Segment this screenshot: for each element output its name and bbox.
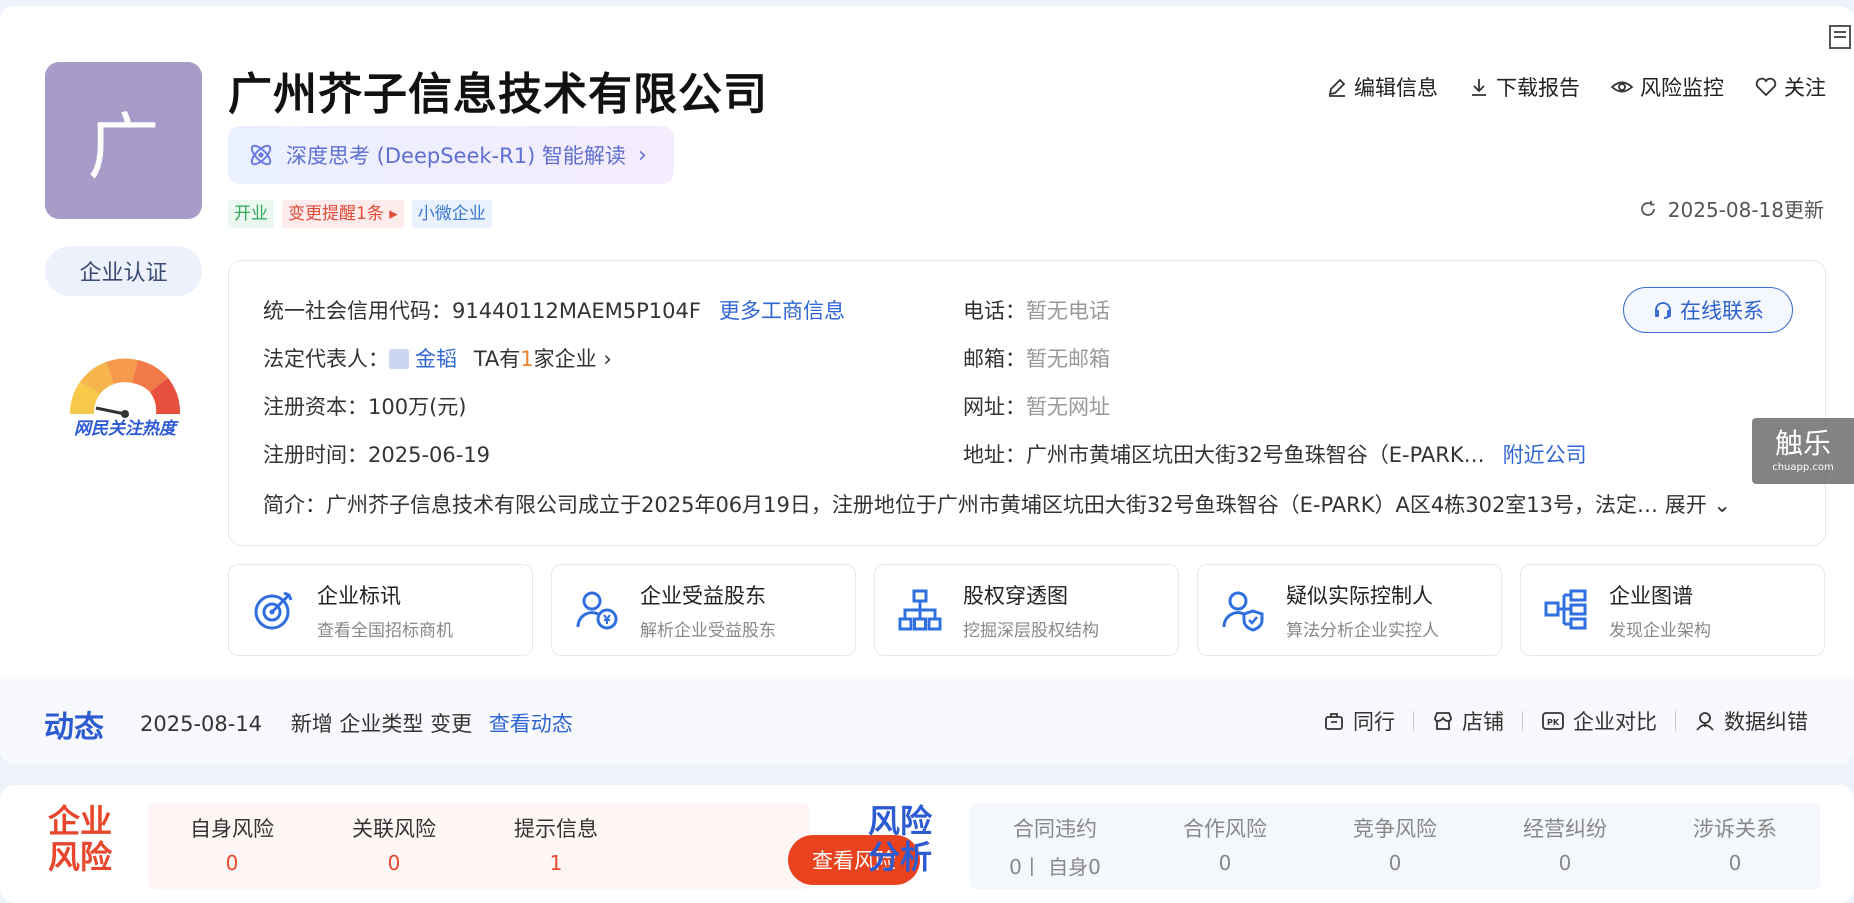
competition-risk[interactable]: 竞争风险 0 xyxy=(1320,813,1470,875)
analysis-title: 风险 分析 xyxy=(868,802,933,876)
capital-row: 注册资本：100万(元) xyxy=(263,395,467,419)
feature-company-graph[interactable]: 企业图谱 发现企业架构 xyxy=(1520,564,1825,656)
beneficiary-icon xyxy=(576,591,618,630)
email-row: 邮箱：暂无邮箱 xyxy=(963,347,1110,371)
person-icon xyxy=(389,349,409,369)
dynamics-actions: 同行 店铺 PK 企业对比 数据纠错 xyxy=(1305,706,1826,736)
company-avatar: 广 xyxy=(45,62,202,219)
target-icon xyxy=(254,591,293,630)
data-correction-button[interactable]: 数据纠错 xyxy=(1676,706,1826,736)
feature-bidding[interactable]: 企业标讯 查看全国招标商机 xyxy=(228,564,533,656)
business-dispute[interactable]: 经营纠纷 0 xyxy=(1490,813,1640,875)
top-actions: 编辑信息 下载报告 风险监控 关注 xyxy=(1326,72,1826,102)
heart-icon xyxy=(1755,77,1777,97)
hierarchy-icon xyxy=(1544,589,1587,630)
hint-info[interactable]: 提示信息 1 xyxy=(496,813,616,875)
download-report-button[interactable]: 下载报告 xyxy=(1468,72,1580,102)
address-row: 地址：广州市黄埔区坑田大街32号鱼珠智谷（E-PARK… 附近公司 xyxy=(963,443,1587,467)
litigation-relation[interactable]: 涉诉关系 0 xyxy=(1660,813,1810,875)
corner-icon xyxy=(1829,25,1851,49)
dynamics-title: 动态 xyxy=(44,710,104,745)
business-info-box: 统一社会信用代码：91440112MAEM5P104F 更多工商信息 法定代表人：… xyxy=(228,260,1826,546)
status-badge: 开业 xyxy=(228,200,274,228)
user-shield-icon xyxy=(1222,591,1264,632)
nearby-companies-link[interactable]: 附近公司 xyxy=(1503,443,1587,467)
feature-equity-chart[interactable]: 股权穿透图 挖掘深层股权结构 xyxy=(874,564,1179,656)
legal-rep-companies[interactable]: TA有1家企业 › xyxy=(474,347,612,371)
deepseek-label: 深度思考 (DeepSeek-R1) 智能解读 xyxy=(286,144,626,168)
triangle-right-icon: ▸ xyxy=(389,204,398,224)
risk-card: 企业 风险 自身风险 0 关联风险 0 提示信息 1 查看风险 风险 分析 合同… xyxy=(0,785,1854,903)
risk-monitor-button[interactable]: 风险监控 xyxy=(1610,72,1724,102)
view-dynamics-link[interactable]: 查看动态 xyxy=(489,712,573,736)
dynamics-summary: 2025-08-14 新增 企业类型 变更 查看动态 xyxy=(140,712,573,736)
phone-row: 电话：暂无电话 xyxy=(963,299,1110,323)
expand-button[interactable]: 展开 ⌄ xyxy=(1665,493,1731,517)
chevron-down-icon: ⌄ xyxy=(1713,493,1732,517)
peer-button[interactable]: 同行 xyxy=(1305,706,1413,736)
download-icon xyxy=(1472,79,1486,96)
feedback-icon xyxy=(1696,712,1714,731)
status-tags: 开业 变更提醒1条 ▸ 小微企业 xyxy=(228,200,492,228)
risk-title: 企业 风险 xyxy=(48,802,113,876)
pencil-icon xyxy=(1328,78,1346,97)
intro-row: 简介：广州芥子信息技术有限公司成立于2025年06月19日，注册地位于广州市黄埔… xyxy=(263,493,1732,517)
credit-code: 91440112MAEM5P104F xyxy=(452,299,701,323)
chevron-right-icon: › xyxy=(637,142,647,168)
briefcase-icon xyxy=(1325,713,1343,730)
update-time[interactable]: 2025-08-18更新 xyxy=(1638,194,1824,223)
shop-icon xyxy=(1434,712,1452,730)
svg-text:PK: PK xyxy=(1547,718,1560,727)
atom-icon xyxy=(250,144,272,166)
online-contact-button[interactable]: 在线联系 xyxy=(1623,287,1793,333)
org-tree-icon xyxy=(898,589,942,631)
refresh-icon xyxy=(1640,200,1655,216)
heat-label: 网民关注热度 xyxy=(74,419,176,439)
feature-controller[interactable]: 疑似实际控制人 算法分析企业实控人 xyxy=(1197,564,1502,656)
register-date-row: 注册时间：2025-06-19 xyxy=(263,443,491,467)
company-header-card: 广 企业认证 网民关注热度 广州芥子信息技术有限公司 深度思考 (DeepSee… xyxy=(0,6,1854,764)
feature-shortcuts: 企业标讯 查看全国招标商机 企业受益股东 解析企业受益股东 股权穿透图 挖掘深层股权结… xyxy=(228,564,1825,656)
analysis-panel: 合同违约 0丨 自身0 合作风险 0 竞争风险 0 经营纠纷 0 涉诉关系 0 xyxy=(970,803,1820,889)
company-name: 广州芥子信息技术有限公司 xyxy=(228,69,768,120)
related-risk[interactable]: 关联风险 0 xyxy=(334,813,454,875)
shop-button[interactable]: 店铺 xyxy=(1414,706,1522,736)
website-row: 网址：暂无网址 xyxy=(963,395,1110,419)
follow-button[interactable]: 关注 xyxy=(1754,72,1826,102)
self-risk[interactable]: 自身风险 0 xyxy=(172,813,292,875)
pk-icon: PK xyxy=(1542,712,1564,730)
chevron-right-icon: › xyxy=(603,347,612,371)
enterprise-certification-button[interactable]: 企业认证 xyxy=(45,246,202,296)
contract-breach[interactable]: 合同违约 0丨 自身0 xyxy=(980,813,1130,880)
change-alert-badge[interactable]: 变更提醒1条 ▸ xyxy=(282,200,404,228)
deepseek-interpret-button[interactable]: 深度思考 (DeepSeek-R1) 智能解读 › xyxy=(228,126,674,184)
eye-icon xyxy=(1610,81,1634,93)
company-size-badge: 小微企业 xyxy=(411,200,492,228)
more-business-info-link[interactable]: 更多工商信息 xyxy=(719,299,845,323)
feature-beneficiary[interactable]: 企业受益股东 解析企业受益股东 xyxy=(551,564,856,656)
headset-icon xyxy=(1655,302,1671,319)
risk-panel: 自身风险 0 关联风险 0 提示信息 1 查看风险 xyxy=(148,803,920,889)
cooperation-risk[interactable]: 合作风险 0 xyxy=(1150,813,1300,875)
legal-rep-row: 法定代表人： 金韬 TA有1家企业 › xyxy=(263,347,612,371)
watermark: 触乐 chuapp.com xyxy=(1752,418,1854,484)
compare-button[interactable]: PK 企业对比 xyxy=(1523,706,1675,736)
dynamics-bar: 动态 2025-08-14 新增 企业类型 变更 查看动态 同行 店铺 PK 企… xyxy=(0,676,1854,764)
legal-rep-name[interactable]: 金韬 xyxy=(415,347,457,371)
edit-info-button[interactable]: 编辑信息 xyxy=(1326,72,1438,102)
credit-code-row: 统一社会信用代码：91440112MAEM5P104F 更多工商信息 xyxy=(263,299,845,323)
